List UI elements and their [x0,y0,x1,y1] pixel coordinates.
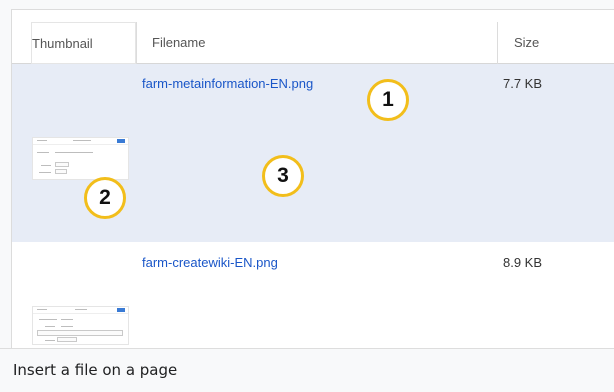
thumbnail-line [73,140,91,141]
column-header-thumbnail[interactable]: Thumbnail [31,22,136,64]
thumbnail-line [55,152,93,153]
file-link[interactable]: farm-createwiki-EN.png [142,255,278,270]
thumbnail-line [37,140,47,141]
thumbnail-button-mark [117,308,125,312]
thumbnail-line [61,319,73,320]
thumbnail-line [75,309,87,310]
thumbnail-input [55,169,67,174]
thumbnail-line [45,326,55,327]
table-row-selected[interactable]: farm-metainformation-EN.png 7.7 KB 1 2 3 [12,64,614,242]
callout-marker: 1 [367,79,409,121]
thumbnail-line [37,152,49,153]
thumbnail-line [39,319,57,320]
thumbnail-line [41,165,51,166]
table-row[interactable]: farm-createwiki-EN.png 8.9 KB [12,242,614,348]
thumbnail-line [37,309,47,310]
column-header-filename[interactable]: Filename [152,22,492,64]
thumbnail-input [55,162,69,167]
thumbnail-image[interactable] [32,137,129,180]
thumbnail-line [45,340,55,341]
file-list-panel: Thumbnail Filename Size farm-metainforma… [11,9,614,348]
file-link[interactable]: farm-metainformation-EN.png [142,76,313,91]
thumbnail-button-mark [117,139,125,143]
thumbnail-image[interactable] [32,306,129,345]
file-size: 7.7 KB [503,76,543,91]
thumbnail-input [37,330,123,336]
table-header: Thumbnail Filename Size [12,22,614,64]
file-insert-screenshot: Thumbnail Filename Size farm-metainforma… [0,0,614,392]
callout-marker: 3 [262,155,304,197]
file-size: 8.9 KB [503,255,543,270]
thumbnail-line [39,172,51,173]
caption-text: Insert a file on a page [13,361,178,379]
figure-caption: Insert a file on a page [0,348,614,392]
callout-marker: 2 [84,177,126,219]
thumbnail-input [57,337,77,342]
thumbnail-line [61,326,73,327]
column-header-size[interactable]: Size [514,22,604,64]
column-divider [497,22,498,64]
column-divider [136,22,137,64]
